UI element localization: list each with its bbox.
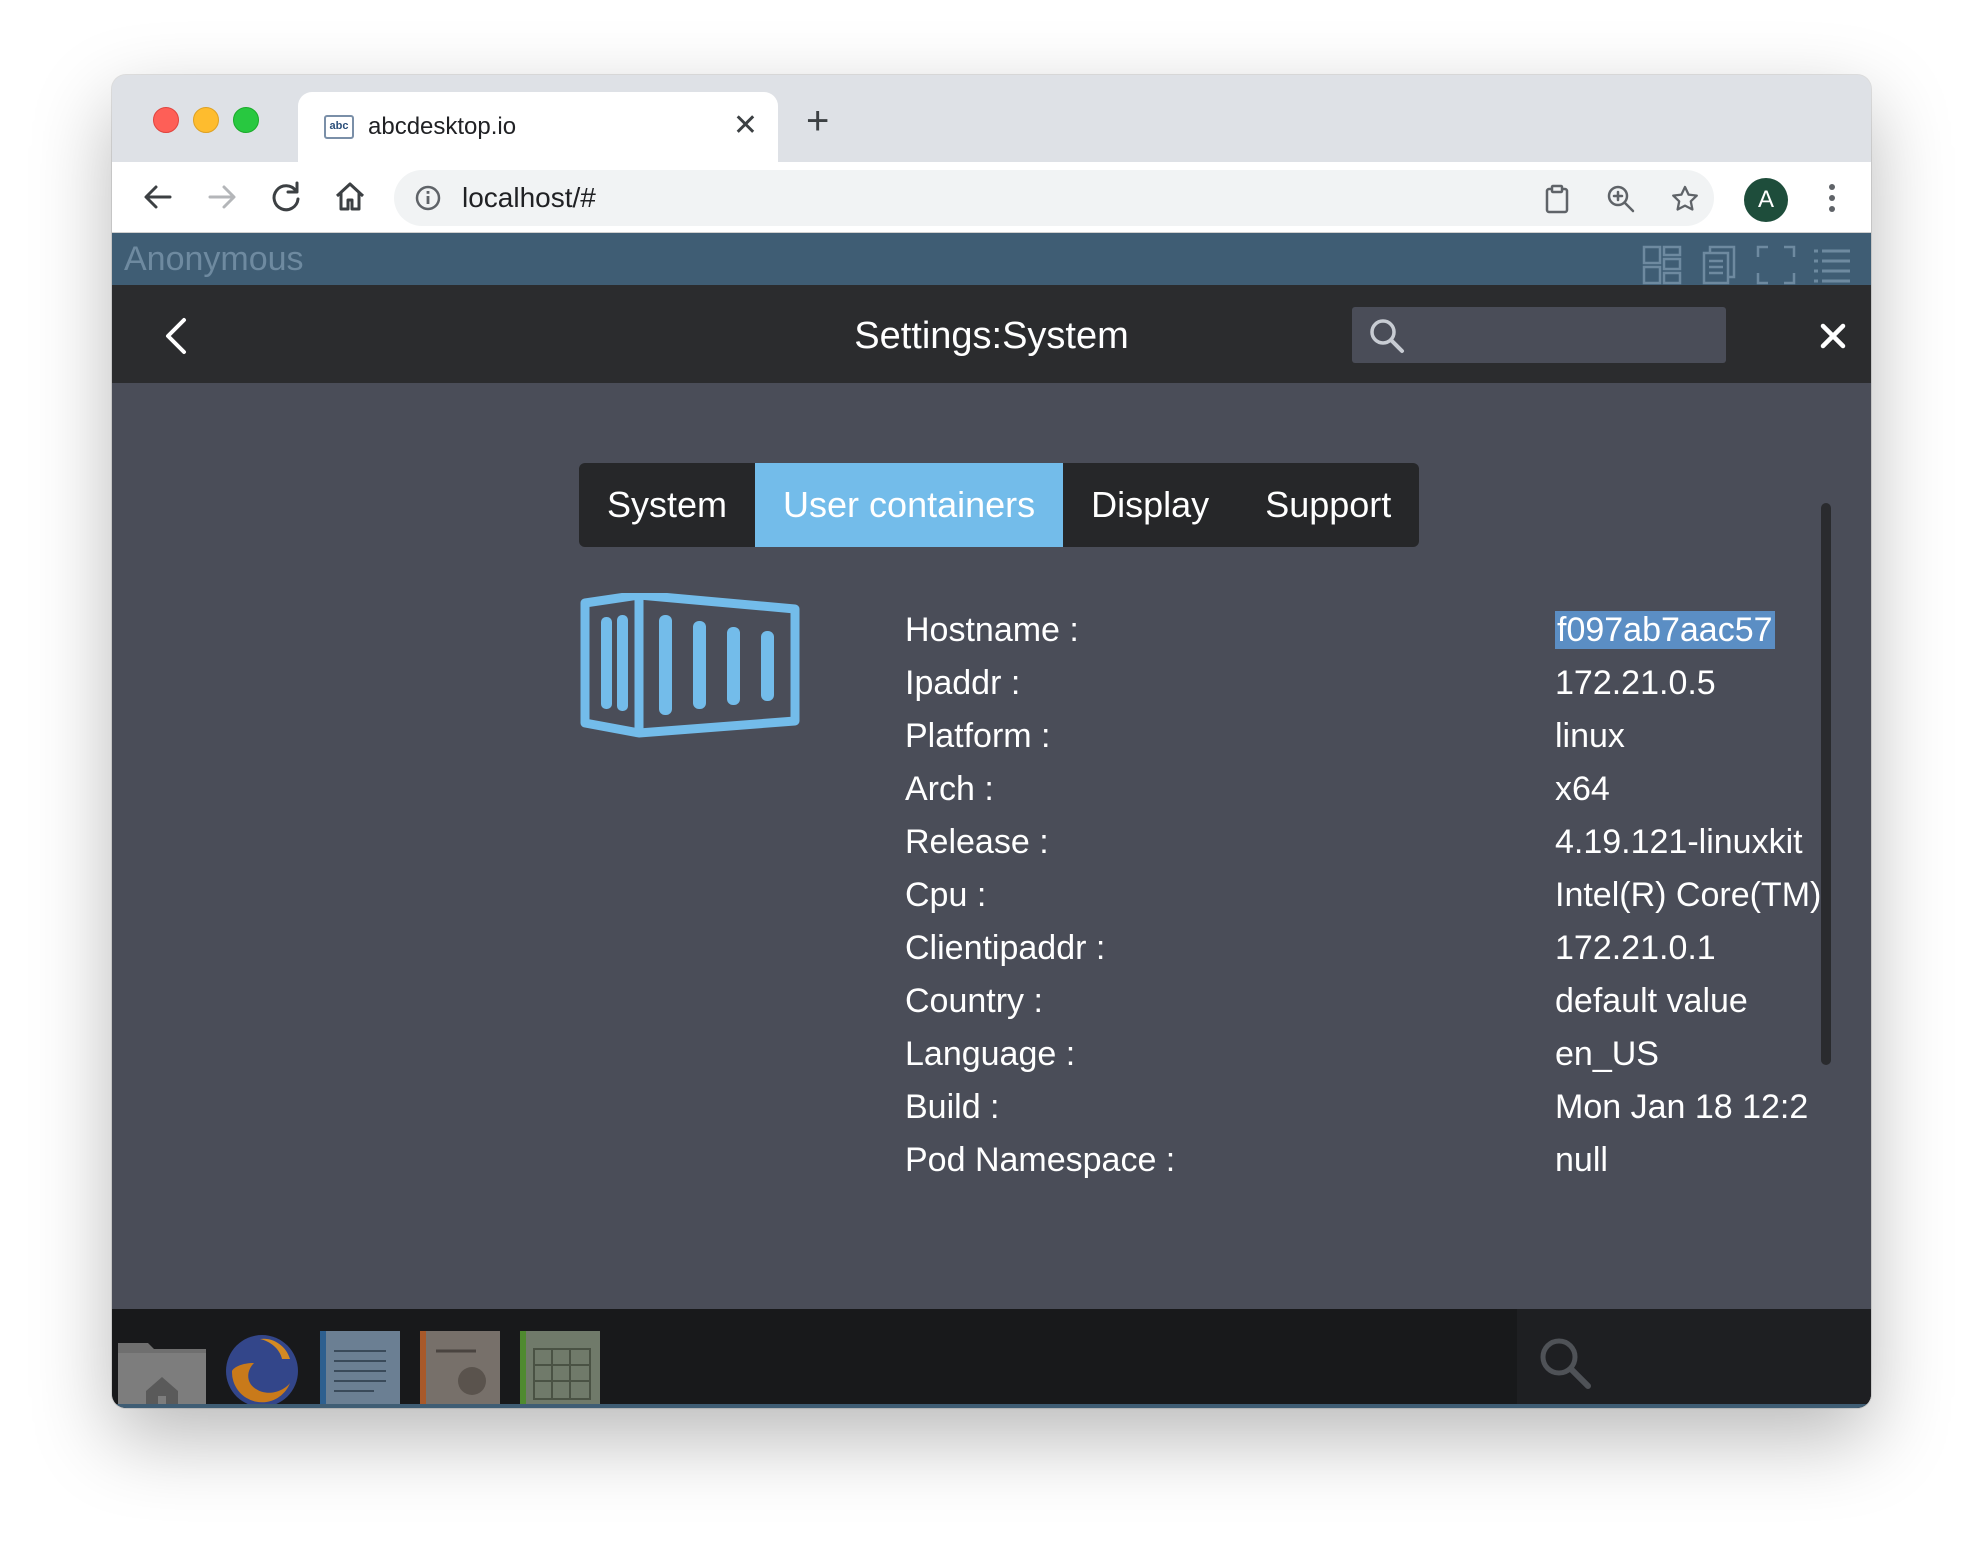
info-value: 172.21.0.5: [1555, 664, 1716, 702]
info-row-country: Country : default value: [905, 979, 1825, 1032]
user-name[interactable]: Anonymous: [124, 239, 304, 279]
minimize-window-button[interactable]: [193, 107, 219, 133]
zoom-in-icon[interactable]: [1606, 184, 1636, 214]
info-value[interactable]: f097ab7aac57: [1555, 608, 1825, 652]
settings-search[interactable]: [1352, 307, 1726, 363]
close-window-button[interactable]: [153, 107, 179, 133]
bookmark-star-icon[interactable]: [1670, 184, 1700, 214]
container-icon: [580, 593, 800, 738]
back-arrow-icon[interactable]: [140, 179, 176, 215]
search-input[interactable]: [1418, 315, 1712, 357]
desktop-top-bar: Anonymous: [112, 233, 1871, 285]
info-key: Pod Namespace :: [905, 1141, 1176, 1179]
address-bar[interactable]: localhost/#: [394, 170, 1714, 226]
reload-icon[interactable]: [268, 179, 304, 215]
firefox-icon[interactable]: [220, 1329, 304, 1408]
list-menu-icon[interactable]: [1812, 245, 1852, 285]
tab-close-icon[interactable]: ✕: [733, 108, 758, 144]
info-value: en_US: [1555, 1035, 1659, 1073]
info-key: Build :: [905, 1088, 1000, 1126]
info-row-language: Language : en_US: [905, 1032, 1825, 1085]
browser-toolbar: localhost/# A: [112, 162, 1871, 233]
tab-system[interactable]: System: [579, 463, 755, 547]
info-value: x64: [1555, 770, 1610, 808]
info-key: Arch :: [905, 770, 994, 808]
clipboard-icon[interactable]: [1542, 184, 1572, 214]
info-row-pod-namespace: Pod Namespace : null: [905, 1138, 1825, 1191]
settings-tabs: System User containers Display Support: [579, 463, 1420, 547]
browser-window: abc abcdesktop.io ✕ + localhost/# A Anon…: [112, 75, 1871, 1408]
info-value: 172.21.0.1: [1555, 929, 1716, 967]
info-value: linux: [1555, 717, 1625, 755]
info-row-clientipaddr: Clientipaddr : 172.21.0.1: [905, 926, 1825, 979]
tab-display[interactable]: Display: [1063, 463, 1237, 547]
info-key: Country :: [905, 982, 1043, 1020]
scrollbar[interactable]: [1821, 503, 1831, 1065]
info-icon[interactable]: [414, 184, 442, 212]
documents-icon[interactable]: [1700, 245, 1740, 285]
info-key: Cpu :: [905, 876, 987, 914]
url-text: localhost/#: [462, 182, 596, 213]
selected-text[interactable]: f097ab7aac57: [1555, 611, 1775, 649]
info-key: Platform :: [905, 717, 1051, 755]
info-row-cpu: Cpu : Intel(R) Core(TM): [905, 873, 1825, 926]
tab-user-containers[interactable]: User containers: [755, 463, 1064, 547]
info-key: Language :: [905, 1035, 1076, 1073]
info-key: Ipaddr :: [905, 664, 1021, 702]
info-value: Mon Jan 18 12:2: [1555, 1088, 1809, 1126]
dock: [112, 1309, 1871, 1408]
writer-icon[interactable]: [318, 1329, 402, 1408]
browser-titlebar: abc abcdesktop.io ✕ +: [112, 75, 1871, 162]
close-icon[interactable]: [1819, 322, 1847, 350]
impress-icon[interactable]: [418, 1329, 502, 1408]
forward-arrow-icon[interactable]: [204, 179, 240, 215]
grid-view-icon[interactable]: [1642, 245, 1682, 285]
info-value: null: [1555, 1141, 1608, 1179]
home-folder-icon[interactable]: [114, 1329, 210, 1408]
fullscreen-icon[interactable]: [1756, 245, 1796, 285]
search-icon: [1540, 1338, 1591, 1389]
search-icon: [1370, 319, 1404, 353]
info-row-build: Build : Mon Jan 18 12:2: [905, 1085, 1825, 1138]
tab-title: abcdesktop.io: [368, 113, 517, 140]
container-info-list: Hostname : f097ab7aac57 Ipaddr : 172.21.…: [905, 608, 1825, 1191]
info-value: 4.19.121-linuxkit: [1555, 823, 1803, 861]
info-key: Clientipaddr :: [905, 929, 1106, 967]
info-key: Release :: [905, 823, 1049, 861]
info-row-arch: Arch : x64: [905, 767, 1825, 820]
browser-tab[interactable]: abc abcdesktop.io ✕: [298, 92, 778, 162]
profile-avatar[interactable]: A: [1744, 178, 1788, 222]
new-tab-button[interactable]: +: [806, 101, 829, 141]
info-value: Intel(R) Core(TM): [1555, 876, 1822, 914]
info-key: Hostname :: [905, 611, 1079, 649]
dock-search[interactable]: [1517, 1309, 1871, 1404]
maximize-window-button[interactable]: [233, 107, 259, 133]
info-row-hostname: Hostname : f097ab7aac57: [905, 608, 1825, 661]
tab-support[interactable]: Support: [1237, 463, 1419, 547]
page-content: Anonymous Settings:System System User co…: [112, 233, 1871, 1408]
abc-favicon-icon: abc: [324, 115, 354, 139]
info-value: default value: [1555, 982, 1748, 1020]
settings-header: Settings:System: [112, 285, 1871, 383]
calc-icon[interactable]: [518, 1329, 602, 1408]
more-menu-icon[interactable]: [1822, 178, 1842, 218]
home-icon[interactable]: [332, 179, 368, 215]
info-row-release: Release : 4.19.121-linuxkit: [905, 820, 1825, 873]
info-row-platform: Platform : linux: [905, 714, 1825, 767]
info-row-ipaddr: Ipaddr : 172.21.0.5: [905, 661, 1825, 714]
dock-accent-line: [112, 1404, 1871, 1408]
